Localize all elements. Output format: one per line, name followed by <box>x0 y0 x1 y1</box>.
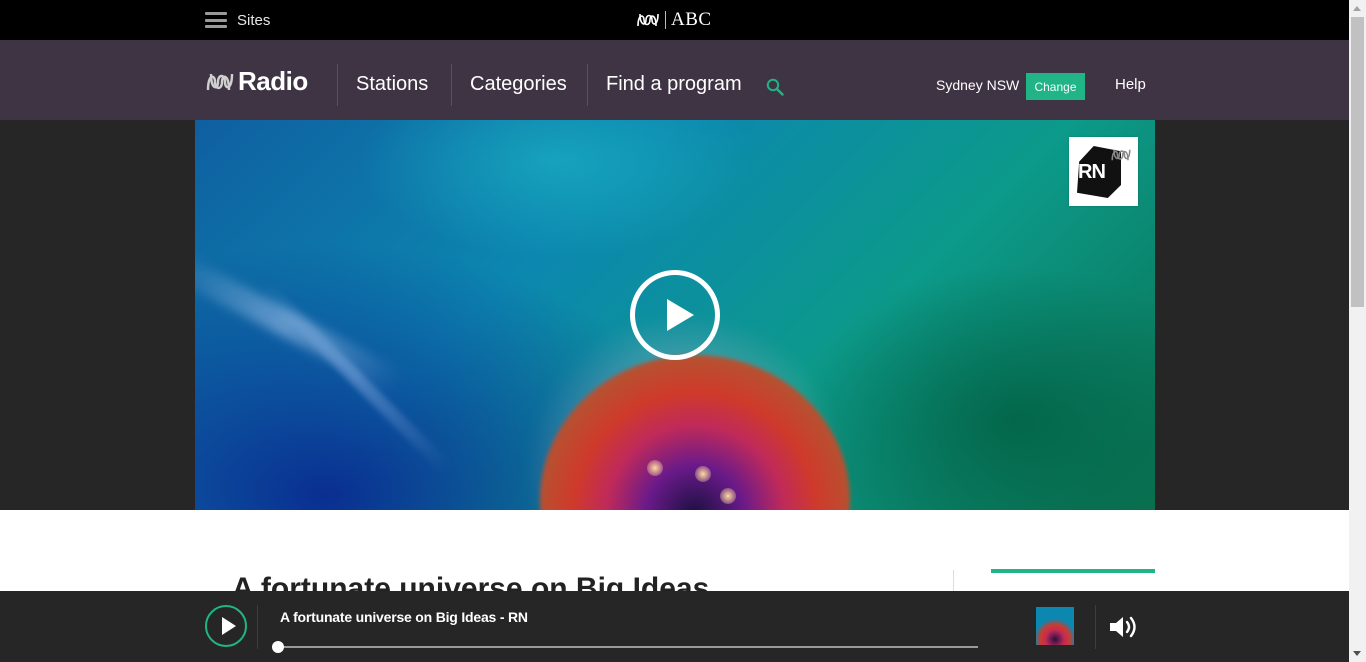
divider <box>1095 605 1096 649</box>
abc-lissajous-icon <box>637 13 659 27</box>
play-icon <box>222 617 236 635</box>
divider <box>337 64 338 106</box>
hero-play-button[interactable] <box>630 270 720 360</box>
sites-label: Sites <box>237 11 271 29</box>
progress-handle[interactable] <box>272 641 284 653</box>
audio-player-bar: A fortunate universe on Big Ideas - RN <box>0 591 1349 662</box>
hamburger-icon <box>205 12 227 28</box>
nav-item-find-a-program[interactable]: Find a program <box>606 73 742 96</box>
episode-thumbnail <box>1036 607 1074 645</box>
nav-item-categories[interactable]: Categories <box>470 73 567 96</box>
search-icon[interactable] <box>766 78 784 96</box>
abc-wordmark: ABC <box>671 9 712 30</box>
sites-menu-button[interactable]: Sites <box>205 0 270 40</box>
divider <box>587 64 588 106</box>
player-play-button[interactable] <box>205 605 247 647</box>
rn-badge-text: RN <box>1078 161 1106 183</box>
play-icon <box>667 299 694 331</box>
scrollbar-thumb[interactable] <box>1351 17 1364 307</box>
abc-radio-logo[interactable]: Radio <box>205 66 308 97</box>
hero-image: RN <box>195 120 1155 510</box>
scroll-down-arrow-icon[interactable] <box>1353 651 1361 656</box>
change-location-button[interactable]: Change <box>1026 73 1085 100</box>
now-playing-title: A fortunate universe on Big Ideas - RN <box>280 609 528 625</box>
rn-station-badge: RN <box>1069 137 1138 206</box>
help-link[interactable]: Help <box>1115 76 1146 93</box>
nav-item-stations[interactable]: Stations <box>356 73 428 96</box>
radio-navigation: Radio Stations Categories Find a program… <box>0 40 1349 120</box>
progress-bar[interactable] <box>272 641 978 653</box>
divider <box>257 605 258 649</box>
abc-home-link[interactable]: ABC <box>636 0 712 40</box>
radio-logo-text: Radio <box>238 66 308 96</box>
scroll-up-arrow-icon[interactable] <box>1353 6 1361 11</box>
abc-lissajous-icon <box>206 73 234 90</box>
abc-global-bar: Sites ABC <box>0 0 1349 40</box>
location-label: Sydney NSW <box>936 77 1020 93</box>
divider <box>665 11 666 29</box>
sidebar-accent-rule <box>991 569 1155 573</box>
page: Sites ABC Radio Stations Categories Find… <box>0 0 1366 662</box>
volume-icon[interactable] <box>1108 613 1140 641</box>
abc-lissajous-icon <box>1111 149 1131 161</box>
divider <box>451 64 452 106</box>
